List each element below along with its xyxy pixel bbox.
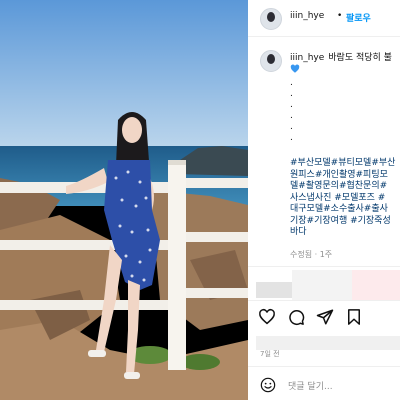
hashtag-line[interactable]: 바다 [290, 227, 400, 239]
photo-image [0, 0, 248, 400]
smiley-icon[interactable] [260, 377, 276, 393]
likes-blurred [256, 336, 400, 350]
caption-dot: . [290, 78, 293, 88]
heart-icon[interactable] [258, 308, 276, 326]
blurred-region [256, 282, 292, 298]
post-viewer: iiin_hye • 팔로우 iiin_hye 바람도 적당히 불 . . . .… [0, 0, 400, 400]
caption-dot: . [290, 89, 293, 99]
hashtag-line[interactable]: 사스냅사진 #모델포즈 # [290, 193, 400, 205]
hashtag-line[interactable]: 기장#기장여행 #기장죽성 [290, 216, 400, 228]
post-date: 7일 전 [260, 350, 280, 358]
hashtag-line[interactable]: 원피스#개인촬영#피팅모 [290, 170, 400, 182]
follow-button[interactable]: 팔로우 [346, 11, 371, 24]
hashtags: #부산모델#뷰티모델#부산 원피스#개인촬영#피팅모 델#촬영문의#협찬문의# … [290, 158, 400, 239]
caption-text: 바람도 적당히 불 [328, 53, 392, 63]
author-avatar[interactable] [260, 8, 282, 30]
caption-meta: 수정됨 · 1주 [290, 250, 333, 259]
hashtag-line[interactable]: 대구모델#소수출사#출사 [290, 204, 400, 216]
author-username[interactable]: iiin_hye [290, 11, 324, 21]
caption-dot: . [290, 100, 293, 110]
comment-input[interactable]: 댓글 달기... [288, 379, 333, 392]
hashtag-line[interactable]: #부산모델#뷰티모델#부산 [290, 158, 400, 170]
caption-header: iiin_hye 바람도 적당히 불 [290, 50, 392, 63]
caption-dot: . [290, 111, 293, 121]
caption-dot: . [290, 122, 293, 132]
hashtag-line[interactable]: 델#촬영문의#협찬문의# [290, 181, 400, 193]
save-icon[interactable] [345, 308, 363, 326]
blurred-region [292, 270, 352, 300]
share-icon[interactable] [316, 308, 334, 326]
blue-heart-icon [290, 64, 300, 73]
caption-dot: . [290, 133, 293, 143]
comment-box: 댓글 달기... [248, 366, 400, 400]
action-bar [258, 308, 363, 326]
post-header: iiin_hye • 팔로우 [248, 0, 400, 37]
blurred-region [352, 270, 400, 300]
post-side-panel: iiin_hye • 팔로우 iiin_hye 바람도 적당히 불 . . . .… [248, 0, 400, 400]
comment-icon[interactable] [287, 308, 305, 326]
post-photo[interactable] [0, 0, 248, 400]
separator-dot: • [337, 11, 343, 21]
divider [248, 300, 400, 301]
caption-dots: . . . . . . [290, 78, 293, 144]
divider [248, 266, 400, 267]
caption-username[interactable]: iiin_hye [290, 53, 324, 63]
caption-avatar[interactable] [260, 50, 282, 72]
